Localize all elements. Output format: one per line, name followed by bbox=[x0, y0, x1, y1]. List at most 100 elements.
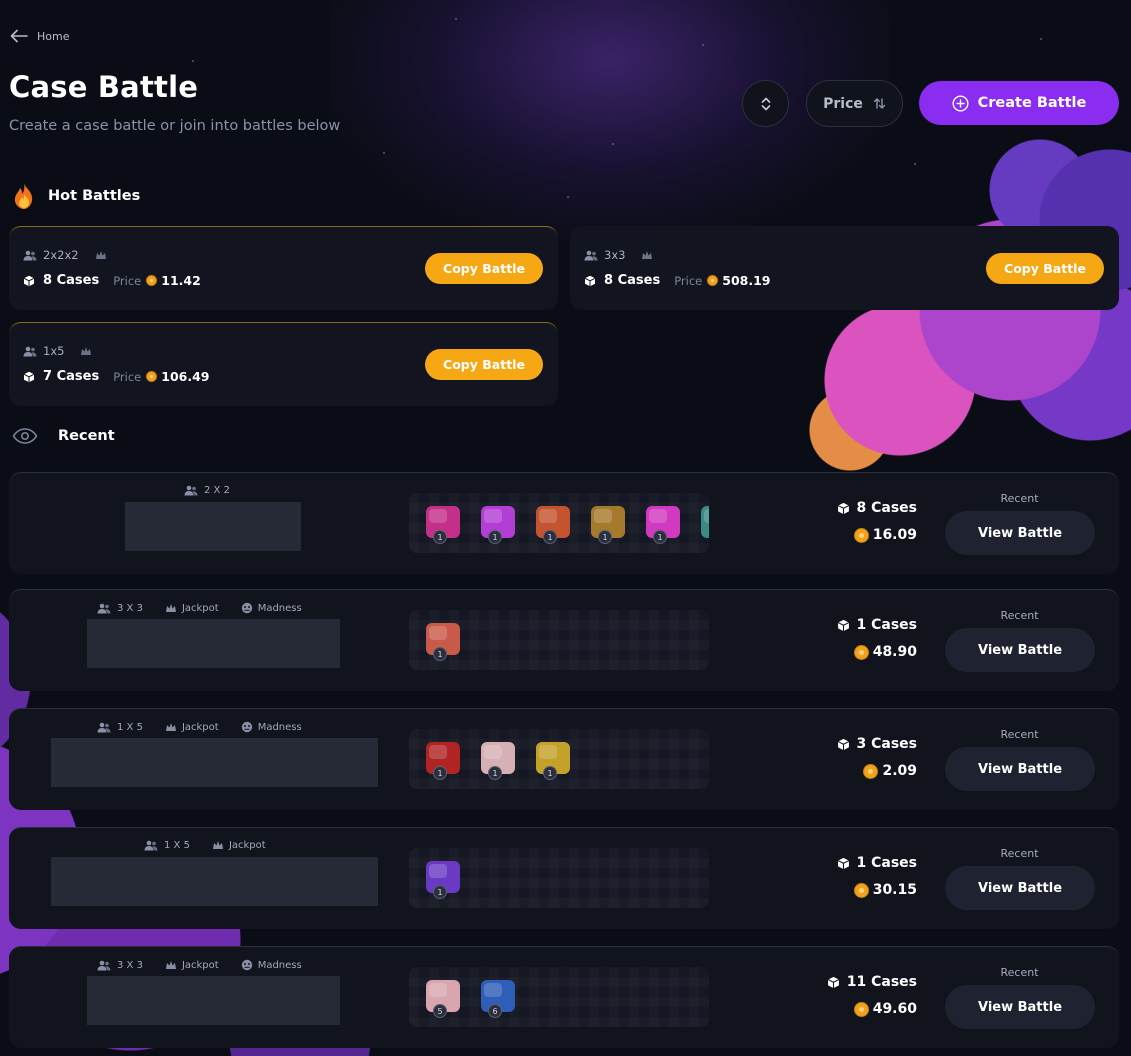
case-count: 7 Cases bbox=[43, 369, 100, 384]
case-quantity: 5 bbox=[433, 1004, 447, 1018]
case-thumbnail: 1 bbox=[477, 502, 519, 544]
case-thumbnail: 6 bbox=[477, 976, 519, 1018]
price-sort-button[interactable]: Price bbox=[806, 80, 903, 127]
price-label: Price bbox=[674, 273, 703, 288]
battle-price: 106.49 bbox=[161, 369, 210, 384]
users-icon bbox=[97, 722, 111, 733]
battle-mode: 1x5 bbox=[23, 344, 92, 358]
copy-battle-button[interactable]: Copy Battle bbox=[425, 349, 543, 380]
price-label: Price bbox=[113, 273, 142, 288]
battle-mode: 3 X 3 Jackpot Madness bbox=[97, 959, 302, 971]
battle-price: 30.15 bbox=[853, 882, 917, 898]
case-thumbnail: 1 bbox=[532, 738, 574, 780]
crown-icon bbox=[165, 722, 177, 733]
case-count: 8 Cases bbox=[837, 500, 917, 516]
users-icon bbox=[23, 346, 37, 357]
case-thumbnail: 1 bbox=[477, 738, 519, 780]
battle-mode-label: 1 X 5 bbox=[164, 840, 190, 851]
users-icon bbox=[97, 960, 111, 971]
players-placeholder bbox=[87, 976, 340, 1025]
battle-status: Recent bbox=[1000, 966, 1039, 979]
battle-tag-jackpot: Jackpot bbox=[165, 722, 219, 733]
view-battle-button[interactable]: View Battle bbox=[945, 985, 1095, 1029]
players-placeholder bbox=[51, 857, 378, 906]
users-icon bbox=[584, 250, 598, 261]
breadcrumb-home-link[interactable]: Home bbox=[37, 30, 69, 43]
battle-tag-label: Madness bbox=[257, 602, 302, 614]
case-battle-page: Home Case Battle Create a case battle or… bbox=[0, 0, 1131, 1056]
chevron-up-down-icon bbox=[760, 96, 772, 112]
view-battle-button[interactable]: View Battle bbox=[945, 511, 1095, 555]
case-box-icon bbox=[827, 976, 840, 989]
case-quantity: 1 bbox=[543, 766, 557, 780]
arrow-left-icon bbox=[10, 29, 28, 43]
battle-tag-label: Jackpot bbox=[228, 840, 266, 851]
price-sort-label: Price bbox=[823, 95, 863, 112]
page-subtitle: Create a case battle or join into battle… bbox=[9, 118, 341, 134]
case-thumbnail: 5 bbox=[422, 976, 464, 1018]
view-battle-button[interactable]: View Battle bbox=[945, 747, 1095, 791]
view-battle-button[interactable]: View Battle bbox=[945, 628, 1095, 672]
battle-price: 48.90 bbox=[853, 644, 917, 660]
case-thumbnail: 1 bbox=[587, 502, 629, 544]
battle-summary: 8 Cases Price 508.19 bbox=[584, 273, 771, 288]
hot-battle-card: 1x5 7 Cases Price 106.49 Copy Battle bbox=[9, 322, 558, 406]
users-icon bbox=[144, 840, 158, 851]
users-icon bbox=[184, 485, 198, 496]
case-quantity: 1 bbox=[543, 530, 557, 544]
case-box-icon bbox=[837, 857, 850, 870]
case-quantity: 1 bbox=[488, 766, 502, 780]
hot-battles-title: Hot Battles bbox=[48, 188, 141, 204]
hot-battle-card: 3x3 8 Cases Price 508.19 Copy Battle bbox=[570, 226, 1119, 310]
madness-icon bbox=[241, 721, 253, 733]
players-placeholder bbox=[125, 502, 301, 551]
battle-price: 2.09 bbox=[863, 763, 917, 779]
create-battle-button[interactable]: Create Battle bbox=[919, 81, 1119, 125]
price-label: Price bbox=[113, 369, 142, 384]
battle-mode-label: 2x2x2 bbox=[43, 248, 79, 262]
battle-mode: 1 X 5 Jackpot Madness bbox=[97, 721, 302, 733]
players-placeholder bbox=[87, 619, 340, 668]
sort-order-button[interactable] bbox=[742, 80, 789, 127]
battle-price: 16.09 bbox=[853, 527, 917, 543]
battle-status: Recent bbox=[1000, 609, 1039, 622]
coin-icon bbox=[853, 644, 869, 660]
view-battle-button[interactable]: View Battle bbox=[945, 866, 1095, 910]
users-icon bbox=[23, 250, 37, 261]
battle-summary: 7 Cases Price 106.49 bbox=[23, 369, 210, 384]
battle-price: 11.42 bbox=[161, 273, 201, 288]
case-count: 8 Cases bbox=[604, 273, 661, 288]
coin-icon bbox=[853, 1001, 869, 1017]
breadcrumb[interactable]: Home bbox=[10, 29, 69, 43]
battle-mode-label: 3 X 3 bbox=[117, 602, 143, 614]
players-placeholder bbox=[51, 738, 378, 787]
cases-strip: 1 1 1 bbox=[409, 729, 709, 789]
battle-status: Recent bbox=[1000, 847, 1039, 860]
case-box-icon bbox=[23, 275, 35, 287]
case-quantity: 6 bbox=[488, 1004, 502, 1018]
battle-status: Recent bbox=[1000, 492, 1039, 505]
copy-battle-button[interactable]: Copy Battle bbox=[425, 253, 543, 284]
sort-arrows-icon bbox=[873, 97, 886, 110]
case-thumbnail: 1 bbox=[422, 738, 464, 780]
copy-battle-button[interactable]: Copy Battle bbox=[986, 253, 1104, 284]
plus-circle-icon bbox=[952, 94, 969, 112]
case-box-icon bbox=[23, 371, 35, 383]
eye-icon bbox=[12, 428, 38, 444]
recent-battle-row: 2 X 2 1 1 1 1 1 8 Cases 16.09 Recent View Ba… bbox=[9, 472, 1119, 574]
hot-battle-card: 2x2x2 8 Cases Price 11.42 Copy Battle bbox=[9, 226, 558, 310]
case-quantity: 1 bbox=[598, 530, 612, 544]
case-count: 3 Cases bbox=[837, 736, 917, 752]
case-quantity: 1 bbox=[653, 530, 667, 544]
battle-mode: 1 X 5 Jackpot bbox=[144, 840, 266, 851]
cases-strip: 56 bbox=[409, 967, 709, 1027]
case-box-icon bbox=[837, 738, 850, 751]
cases-strip: 1 1 1 1 1 bbox=[409, 493, 709, 553]
hot-battles-header: Hot Battles bbox=[12, 182, 140, 210]
battle-tag-madness: Madness bbox=[241, 959, 302, 971]
case-box-icon bbox=[837, 619, 850, 632]
battle-tag-jackpot: Jackpot bbox=[212, 840, 266, 851]
crown-icon bbox=[212, 840, 224, 851]
users-icon bbox=[97, 603, 111, 614]
battle-tag-label: Madness bbox=[257, 959, 302, 971]
